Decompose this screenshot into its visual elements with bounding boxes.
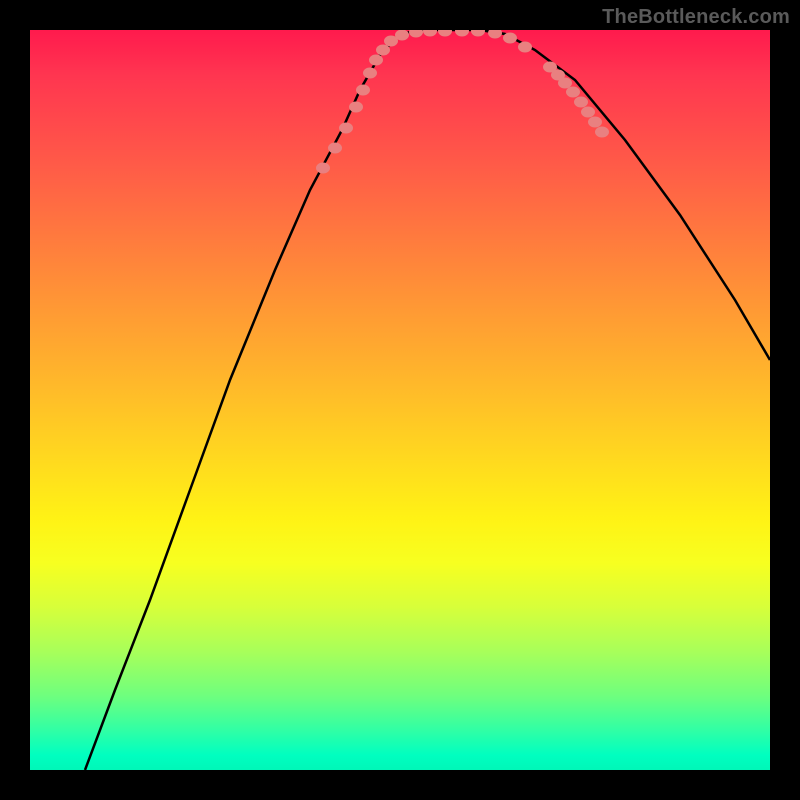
marker-dot — [595, 127, 609, 138]
marker-dot — [588, 117, 602, 128]
marker-dot — [356, 85, 370, 96]
marker-dot — [328, 143, 342, 154]
chart-frame: TheBottleneck.com — [0, 0, 800, 800]
marker-dot — [349, 102, 363, 113]
marker-dot — [574, 97, 588, 108]
bottleneck-curve — [85, 30, 770, 770]
marker-dot — [438, 30, 452, 37]
curve-markers — [316, 30, 609, 174]
marker-dot — [363, 68, 377, 79]
marker-dot — [423, 30, 437, 37]
marker-dot — [395, 30, 409, 41]
marker-dot — [471, 30, 485, 37]
marker-dot — [316, 163, 330, 174]
marker-dot — [369, 55, 383, 66]
watermark-text: TheBottleneck.com — [602, 6, 790, 29]
curve-line — [85, 30, 770, 770]
marker-dot — [566, 87, 580, 98]
marker-dot — [376, 45, 390, 56]
marker-dot — [518, 42, 532, 53]
marker-dot — [581, 107, 595, 118]
marker-dot — [488, 30, 502, 39]
marker-dot — [558, 78, 572, 89]
chart-svg — [30, 30, 770, 770]
marker-dot — [339, 123, 353, 134]
marker-dot — [455, 30, 469, 37]
marker-dot — [503, 33, 517, 44]
marker-dot — [409, 30, 423, 38]
plot-area — [30, 30, 770, 770]
